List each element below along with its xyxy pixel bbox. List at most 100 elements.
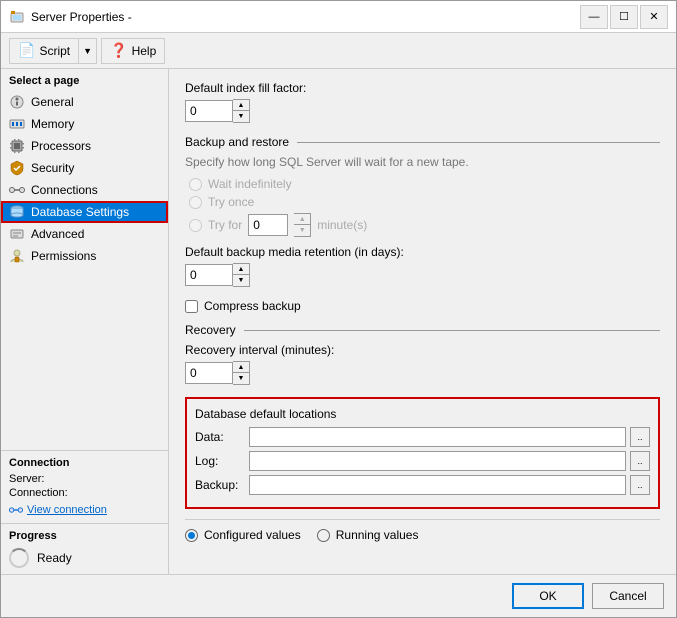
help-button[interactable]: ❓ Help	[101, 38, 165, 64]
backup-location-browse[interactable]: ..	[630, 475, 650, 495]
sidebar-item-memory[interactable]: Memory	[1, 113, 168, 135]
database-settings-icon	[9, 204, 25, 220]
try-for-decrement[interactable]: ▼	[294, 225, 310, 236]
sidebar-item-connections[interactable]: Connections	[1, 179, 168, 201]
toolbar: 📄 Script ▼ ❓ Help	[1, 33, 676, 69]
progress-status: Ready	[9, 548, 160, 568]
try-for-radio[interactable]	[189, 219, 202, 232]
data-browse-dots: ..	[637, 432, 642, 442]
fill-factor-decrement[interactable]: ▼	[233, 111, 249, 122]
sidebar-item-security[interactable]: Security	[1, 157, 168, 179]
close-button[interactable]: ✕	[640, 5, 668, 29]
recovery-interval-input[interactable]	[185, 362, 233, 384]
compress-backup-row: Compress backup	[185, 299, 660, 313]
wait-indefinitely-row: Wait indefinitely	[189, 177, 660, 191]
progress-spinner	[9, 548, 29, 568]
backup-retention-label: Default backup media retention (in days)…	[185, 245, 660, 259]
fill-factor-input[interactable]	[185, 100, 233, 122]
backup-location-input[interactable]	[249, 475, 626, 495]
backup-retention-input[interactable]	[185, 264, 233, 286]
log-location-row: Log: ..	[195, 451, 650, 471]
script-dropdown-arrow[interactable]: ▼	[78, 39, 96, 63]
processors-icon	[9, 138, 25, 154]
running-values-label: Running values	[336, 528, 419, 542]
recovery-section-label: Recovery	[185, 323, 236, 337]
connections-icon	[9, 182, 25, 198]
recovery-interval-decrement[interactable]: ▼	[233, 373, 249, 384]
script-dropdown[interactable]: 📄 Script ▼	[9, 38, 97, 64]
window-icon	[9, 9, 25, 25]
sidebar-item-processors[interactable]: Processors	[1, 135, 168, 157]
backup-location-label: Backup:	[195, 478, 245, 492]
view-connection-link[interactable]: View connection	[9, 503, 160, 517]
recovery-interval-increment[interactable]: ▲	[233, 362, 249, 373]
recovery-interval-label: Recovery interval (minutes):	[185, 343, 660, 357]
db-locations-box: Database default locations Data: .. Log:…	[185, 397, 660, 509]
processors-label: Processors	[31, 139, 91, 153]
minimize-button[interactable]: —	[580, 5, 608, 29]
running-values-circle	[317, 529, 330, 542]
backup-radio-group: Wait indefinitely Try once Try for ▲ ▼	[189, 177, 660, 237]
minutes-suffix: minute(s)	[317, 218, 367, 232]
data-location-input[interactable]	[249, 427, 626, 447]
fill-factor-increment[interactable]: ▲	[233, 100, 249, 111]
script-label: Script	[39, 44, 70, 58]
ok-button[interactable]: OK	[512, 583, 584, 609]
script-button[interactable]: 📄 Script	[10, 39, 78, 63]
permissions-icon	[9, 248, 25, 264]
bottom-options-row: Configured values Running values	[185, 519, 660, 542]
backup-hint: Specify how long SQL Server will wait fo…	[185, 155, 660, 169]
backup-retention-spinners: ▲ ▼	[233, 263, 250, 287]
connection-section-title: Connection	[9, 457, 160, 469]
try-for-increment[interactable]: ▲	[294, 214, 310, 225]
wait-indefinitely-radio[interactable]	[189, 178, 202, 191]
backup-retention-section: Default backup media retention (in days)…	[185, 245, 660, 287]
try-once-label: Try once	[208, 195, 254, 209]
log-location-input[interactable]	[249, 451, 626, 471]
backup-browse-dots: ..	[637, 480, 642, 490]
try-once-row: Try once	[189, 195, 660, 209]
compress-backup-checkbox[interactable]	[185, 300, 198, 313]
server-row: Server:	[9, 473, 160, 485]
backup-retention-decrement[interactable]: ▼	[233, 275, 249, 286]
data-location-row: Data: ..	[195, 427, 650, 447]
advanced-icon	[9, 226, 25, 242]
general-icon	[9, 94, 25, 110]
connection-row: Connection:	[9, 487, 160, 499]
running-values-option[interactable]: Running values	[317, 528, 419, 542]
compress-backup-label: Compress backup	[204, 299, 301, 313]
log-location-browse[interactable]: ..	[630, 451, 650, 471]
sidebar-item-advanced[interactable]: Advanced	[1, 223, 168, 245]
try-for-input[interactable]	[248, 214, 288, 236]
view-connection-text: View connection	[27, 504, 107, 516]
sidebar-item-database-settings[interactable]: Database Settings	[1, 201, 168, 223]
backup-divider-line	[297, 142, 660, 143]
recovery-divider-line	[244, 330, 660, 331]
recovery-interval-input-row: ▲ ▼	[185, 361, 660, 385]
maximize-button[interactable]: ☐	[610, 5, 638, 29]
try-for-label: Try for	[208, 218, 242, 232]
title-bar: Server Properties - — ☐ ✕	[1, 1, 676, 33]
connection-label: Connection:	[9, 487, 68, 499]
configured-values-option[interactable]: Configured values	[185, 528, 301, 542]
cancel-button[interactable]: Cancel	[592, 583, 664, 609]
content-area: Default index fill factor: ▲ ▼ Backup an…	[169, 69, 676, 574]
connections-label: Connections	[31, 183, 98, 197]
security-icon	[9, 160, 25, 176]
server-properties-window: Server Properties - — ☐ ✕ 📄 Script ▼ ❓ H…	[0, 0, 677, 618]
server-label: Server:	[9, 473, 44, 485]
data-location-browse[interactable]: ..	[630, 427, 650, 447]
fill-factor-spinners: ▲ ▼	[233, 99, 250, 123]
memory-icon	[9, 116, 25, 132]
progress-text: Ready	[37, 551, 72, 565]
memory-label: Memory	[31, 117, 74, 131]
backup-retention-increment[interactable]: ▲	[233, 264, 249, 275]
sidebar-item-permissions[interactable]: Permissions	[1, 245, 168, 267]
backup-retention-input-row: ▲ ▼	[185, 263, 660, 287]
permissions-label: Permissions	[31, 249, 96, 263]
advanced-label: Advanced	[31, 227, 84, 241]
try-once-radio[interactable]	[189, 196, 202, 209]
sidebar-item-general[interactable]: General	[1, 91, 168, 113]
wait-indefinitely-label: Wait indefinitely	[208, 177, 292, 191]
recovery-interval-section: Recovery interval (minutes): ▲ ▼	[185, 343, 660, 385]
